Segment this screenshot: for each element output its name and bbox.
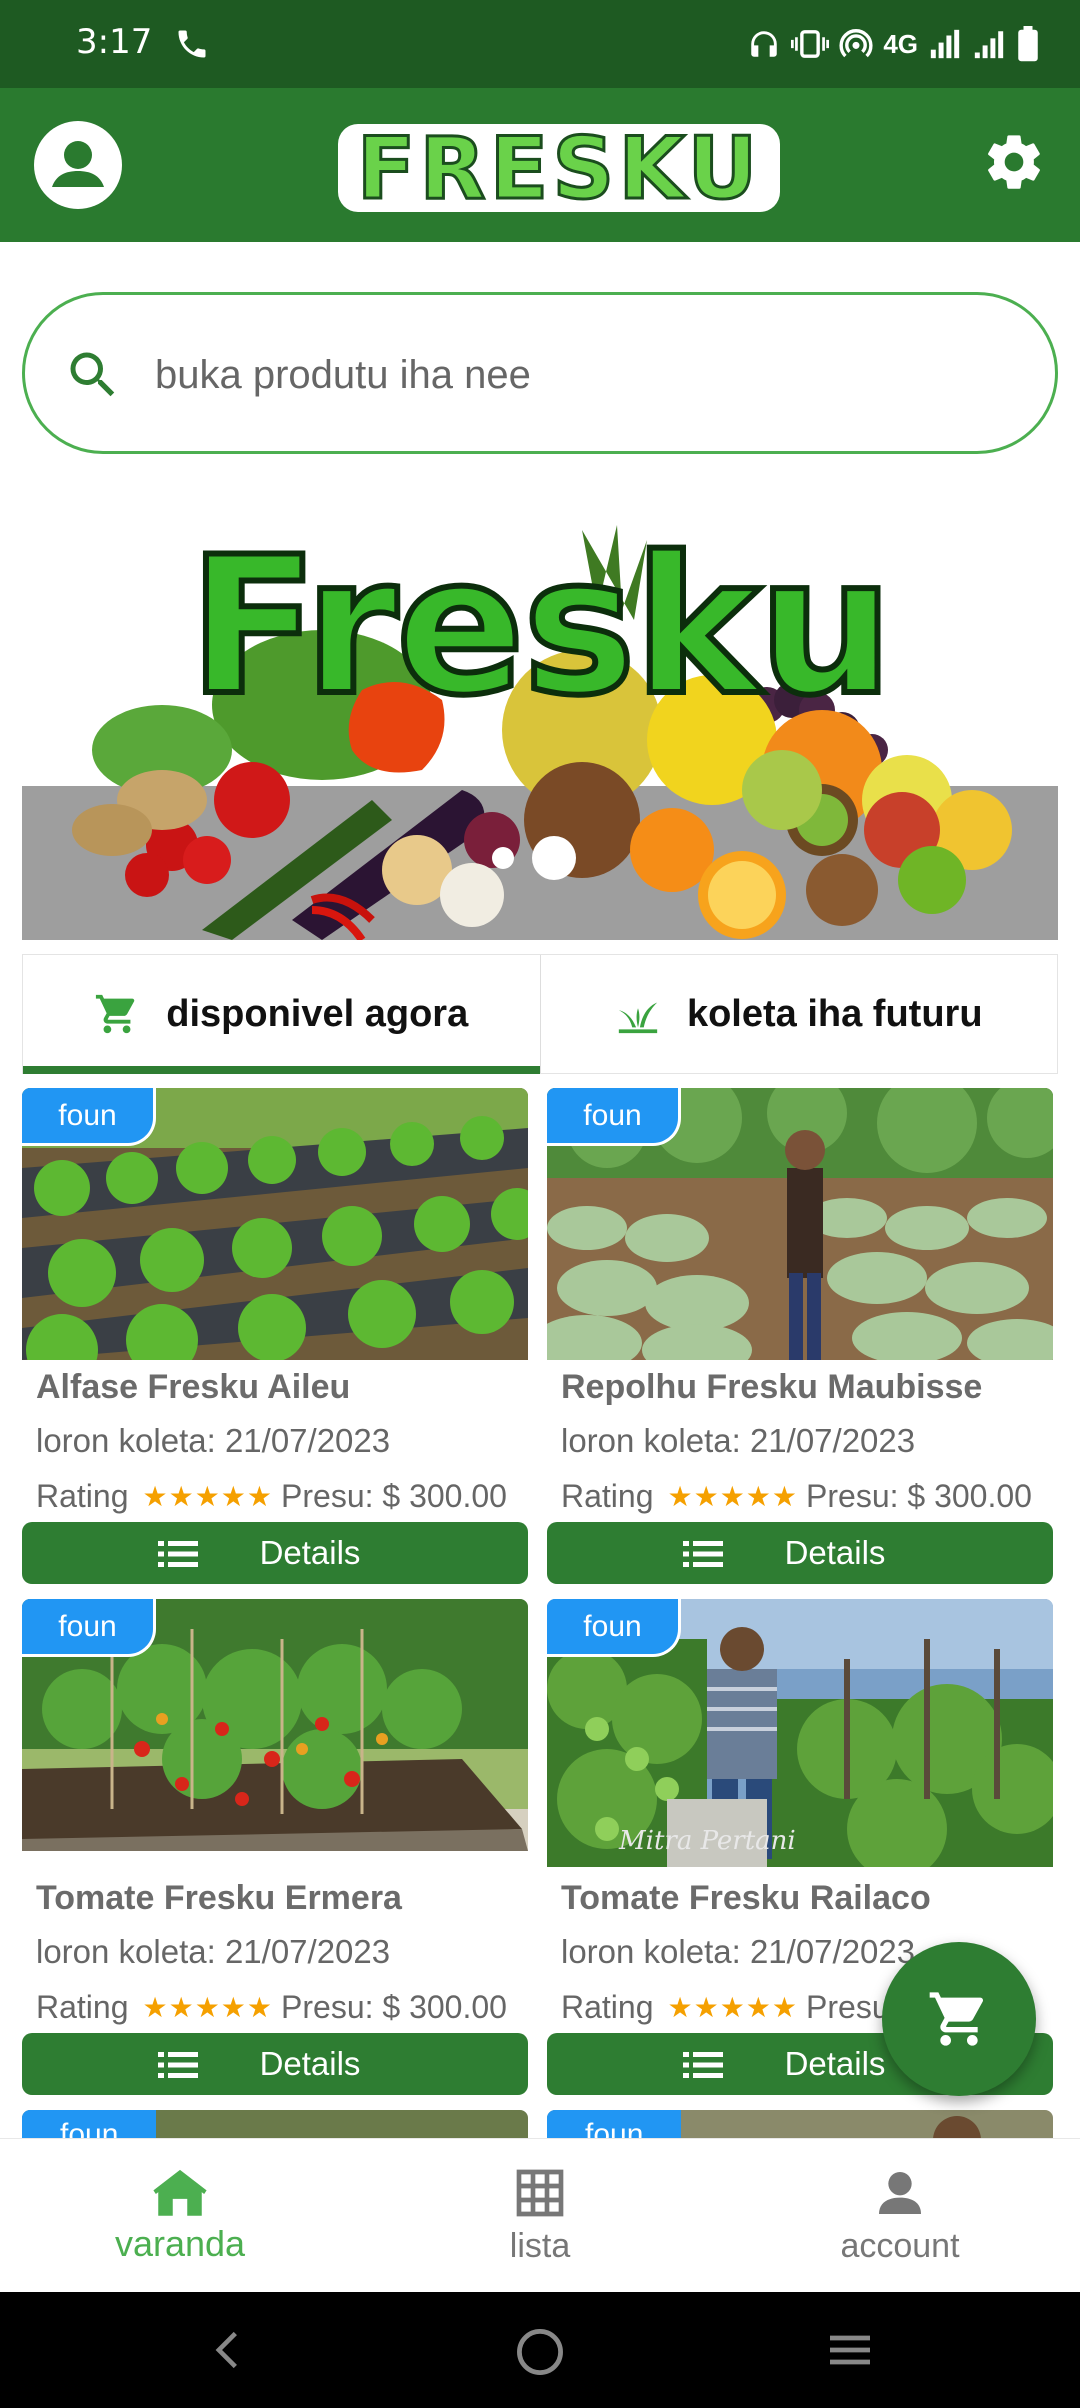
product-card[interactable]: foun bbox=[22, 2110, 528, 2140]
recents-icon[interactable] bbox=[824, 2326, 876, 2374]
tab-label: koleta iha futuru bbox=[686, 992, 983, 1035]
signal-icon bbox=[974, 31, 1004, 59]
app-bar: FRESKU bbox=[0, 88, 1080, 242]
tab-future-harvest[interactable]: koleta iha futuru bbox=[539, 955, 1057, 1073]
rating-row: Rating ★★★★★ Presu: $ 300.00 bbox=[561, 1478, 1032, 1515]
new-badge: foun bbox=[60, 2118, 119, 2140]
details-label: Details bbox=[784, 2045, 886, 2082]
new-badge: foun bbox=[547, 1599, 681, 1657]
product-card[interactable]: foun Repolhu Fresku Maubisse loron kolet… bbox=[547, 1088, 1053, 1584]
status-icons: 4G bbox=[747, 24, 1040, 64]
home-icon bbox=[153, 2169, 207, 2216]
phone-icon bbox=[178, 30, 206, 58]
cart-icon bbox=[929, 1992, 984, 2046]
person-icon bbox=[879, 2172, 921, 2214]
status-bar: 3:17 4G bbox=[0, 0, 1080, 88]
carousel-dot[interactable] bbox=[492, 847, 514, 869]
nav-label: lista bbox=[509, 2227, 571, 2265]
rating-label: Rating bbox=[36, 1478, 129, 1514]
nav-label: account bbox=[840, 2227, 960, 2265]
star-rating-icon: ★★★★★ bbox=[142, 1481, 274, 1512]
product-image[interactable]: foun bbox=[547, 1088, 1053, 1360]
bottom-navigation: varanda lista account bbox=[0, 2138, 1080, 2292]
network-type: 4G bbox=[883, 28, 918, 59]
svg-text:FRESKU: FRESKU bbox=[357, 122, 762, 214]
signal-icon bbox=[930, 29, 960, 59]
product-image[interactable]: Mitra Pertani foun bbox=[547, 1599, 1053, 1867]
product-card[interactable]: foun bbox=[547, 2110, 1053, 2140]
list-icon bbox=[683, 2052, 723, 2078]
nav-item-list[interactable]: lista bbox=[360, 2139, 720, 2292]
grid-icon bbox=[516, 2169, 564, 2217]
product-name: Repolhu Fresku Maubisse bbox=[561, 1368, 983, 1406]
details-label: Details bbox=[259, 1534, 361, 1571]
nav-item-account[interactable]: account bbox=[720, 2139, 1080, 2292]
account-circle-icon[interactable] bbox=[34, 121, 122, 209]
product-image[interactable]: foun bbox=[22, 1599, 528, 1851]
product-name: Tomate Fresku Ermera bbox=[36, 1879, 402, 1917]
price: Presu: $ 300.00 bbox=[281, 1989, 507, 2025]
cart-fab[interactable] bbox=[882, 1942, 1036, 2096]
home-button-icon[interactable] bbox=[514, 2326, 566, 2378]
price: Presu: $ 300.00 bbox=[806, 1478, 1032, 1514]
app-logo: FRESKU bbox=[336, 118, 782, 221]
new-badge: foun bbox=[547, 1088, 681, 1146]
vibrate-icon bbox=[791, 30, 830, 58]
list-icon bbox=[158, 2052, 198, 2078]
search-input[interactable] bbox=[155, 325, 1015, 425]
promo-banner[interactable]: Fresku bbox=[22, 500, 1058, 940]
product-card[interactable]: foun Alfase Fresku Aileu loron koleta: 2… bbox=[22, 1088, 528, 1584]
product-image[interactable]: foun bbox=[22, 1088, 528, 1360]
rating-label: Rating bbox=[561, 1989, 654, 2025]
photo-watermark: Mitra Pertani bbox=[618, 1826, 796, 1856]
details-button[interactable]: Details bbox=[22, 1522, 528, 1584]
system-navigation-bar bbox=[0, 2292, 1080, 2408]
tab-available-now[interactable]: disponivel agora bbox=[23, 955, 540, 1074]
product-name: Tomate Fresku Railaco bbox=[561, 1879, 931, 1917]
hotspot-icon bbox=[839, 29, 873, 58]
product-card[interactable]: foun Tomate Fresku Ermera loron koleta: … bbox=[22, 1599, 528, 2095]
nav-label: varanda bbox=[114, 2223, 246, 2264]
harvest-date: loron koleta: 21/07/2023 bbox=[561, 1422, 916, 1459]
search-bar[interactable] bbox=[22, 292, 1058, 454]
headphones-icon bbox=[751, 31, 778, 57]
settings-icon[interactable] bbox=[982, 130, 1046, 194]
list-icon bbox=[158, 1541, 198, 1567]
tab-bar: disponivel agora koleta iha futuru bbox=[22, 954, 1058, 1074]
nav-item-home[interactable]: varanda bbox=[0, 2139, 360, 2292]
banner-title: Fresku bbox=[186, 513, 897, 740]
rating-label: Rating bbox=[36, 1989, 129, 2025]
price: Presu: $ 300.00 bbox=[281, 1478, 507, 1514]
back-icon[interactable] bbox=[206, 2326, 250, 2374]
battery-icon bbox=[1018, 26, 1038, 62]
star-rating-icon: ★★★★★ bbox=[667, 1481, 799, 1512]
harvest-date: loron koleta: 21/07/2023 bbox=[561, 1933, 916, 1970]
rating-label: Rating bbox=[561, 1478, 654, 1514]
new-badge: foun bbox=[22, 1088, 156, 1146]
carousel-indicator bbox=[492, 836, 576, 880]
new-badge: foun bbox=[585, 2118, 644, 2140]
details-label: Details bbox=[784, 1534, 886, 1571]
details-label: Details bbox=[259, 2045, 361, 2082]
rating-row: Rating ★★★★★ Presu: $ 300.00 bbox=[36, 1478, 507, 1515]
carousel-dot-active[interactable] bbox=[532, 836, 576, 880]
harvest-date: loron koleta: 21/07/2023 bbox=[36, 1422, 391, 1459]
new-badge: foun bbox=[22, 1599, 156, 1657]
search-icon[interactable] bbox=[63, 345, 123, 405]
star-rating-icon: ★★★★★ bbox=[667, 1992, 799, 2023]
status-time: 3:17 bbox=[76, 22, 153, 62]
tab-label: disponivel agora bbox=[166, 992, 469, 1035]
details-button[interactable]: Details bbox=[22, 2033, 528, 2095]
product-name: Alfase Fresku Aileu bbox=[36, 1368, 351, 1406]
list-icon bbox=[683, 1541, 723, 1567]
sprout-icon bbox=[618, 1002, 658, 1034]
star-rating-icon: ★★★★★ bbox=[142, 1992, 274, 2023]
cart-icon bbox=[96, 994, 135, 1034]
details-button[interactable]: Details bbox=[547, 1522, 1053, 1584]
rating-row: Rating ★★★★★ Presu: $ 300.00 bbox=[36, 1989, 507, 2026]
harvest-date: loron koleta: 21/07/2023 bbox=[36, 1933, 391, 1970]
